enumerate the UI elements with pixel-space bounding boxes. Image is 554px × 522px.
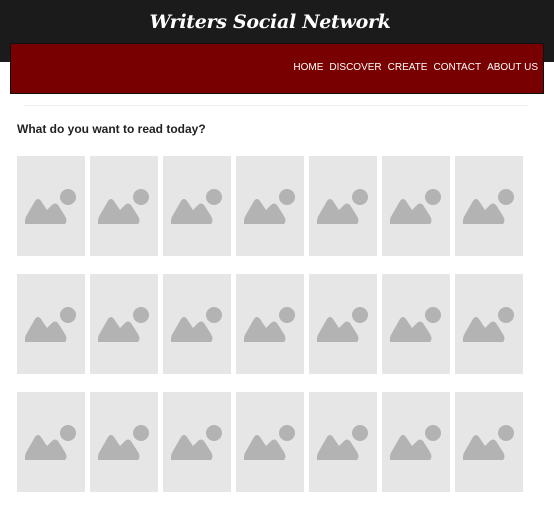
- book-cover-card[interactable]: [236, 392, 304, 492]
- book-cover-card[interactable]: [455, 392, 523, 492]
- image-placeholder-icon: [25, 189, 76, 224]
- book-cover-card[interactable]: [455, 274, 523, 374]
- nav-about-us-link[interactable]: ABOUT US: [487, 62, 538, 74]
- nav-discover-link[interactable]: DISCOVER: [329, 62, 381, 74]
- book-cover-card[interactable]: [90, 392, 158, 492]
- image-placeholder-icon: [25, 425, 76, 460]
- image-placeholder-icon: [317, 425, 368, 460]
- image-placeholder-icon: [244, 425, 295, 460]
- book-cover-card[interactable]: [163, 156, 231, 256]
- image-placeholder-icon: [25, 307, 76, 342]
- book-cover-card[interactable]: [382, 274, 450, 374]
- book-cover-card[interactable]: [455, 156, 523, 256]
- content-divider: [24, 105, 528, 106]
- book-cover-card[interactable]: [382, 156, 450, 256]
- section-heading: What do you want to read today?: [17, 122, 206, 136]
- image-placeholder-icon: [244, 189, 295, 224]
- book-cover-card[interactable]: [382, 392, 450, 492]
- image-placeholder-icon: [390, 425, 441, 460]
- image-placeholder-icon: [98, 307, 149, 342]
- book-cover-card[interactable]: [90, 156, 158, 256]
- nav-menu: HOME DISCOVER CREATE CONTACT ABOUT US: [293, 62, 538, 74]
- image-placeholder-icon: [98, 189, 149, 224]
- main-nav: HOME DISCOVER CREATE CONTACT ABOUT US: [10, 43, 544, 94]
- book-cover-card[interactable]: [309, 156, 377, 256]
- image-placeholder-icon: [171, 425, 222, 460]
- image-placeholder-icon: [98, 425, 149, 460]
- book-cover-card[interactable]: [17, 274, 85, 374]
- book-cover-card[interactable]: [236, 274, 304, 374]
- book-cover-card[interactable]: [163, 274, 231, 374]
- image-placeholder-icon: [390, 189, 441, 224]
- image-placeholder-icon: [463, 425, 514, 460]
- nav-create-link[interactable]: CREATE: [388, 62, 428, 74]
- book-cover-card[interactable]: [17, 156, 85, 256]
- image-placeholder-icon: [390, 307, 441, 342]
- image-placeholder-icon: [317, 307, 368, 342]
- image-placeholder-icon: [317, 189, 368, 224]
- book-cover-card[interactable]: [236, 156, 304, 256]
- image-placeholder-icon: [171, 189, 222, 224]
- image-placeholder-icon: [463, 307, 514, 342]
- image-placeholder-icon: [463, 189, 514, 224]
- book-cover-card[interactable]: [309, 392, 377, 492]
- book-grid: [17, 156, 527, 492]
- nav-contact-link[interactable]: CONTACT: [433, 62, 481, 74]
- nav-home-link[interactable]: HOME: [293, 62, 323, 74]
- image-placeholder-icon: [244, 307, 295, 342]
- site-title[interactable]: Writers Social Network: [0, 11, 540, 33]
- book-cover-card[interactable]: [163, 392, 231, 492]
- image-placeholder-icon: [171, 307, 222, 342]
- book-cover-card[interactable]: [309, 274, 377, 374]
- book-cover-card[interactable]: [17, 392, 85, 492]
- book-cover-card[interactable]: [90, 274, 158, 374]
